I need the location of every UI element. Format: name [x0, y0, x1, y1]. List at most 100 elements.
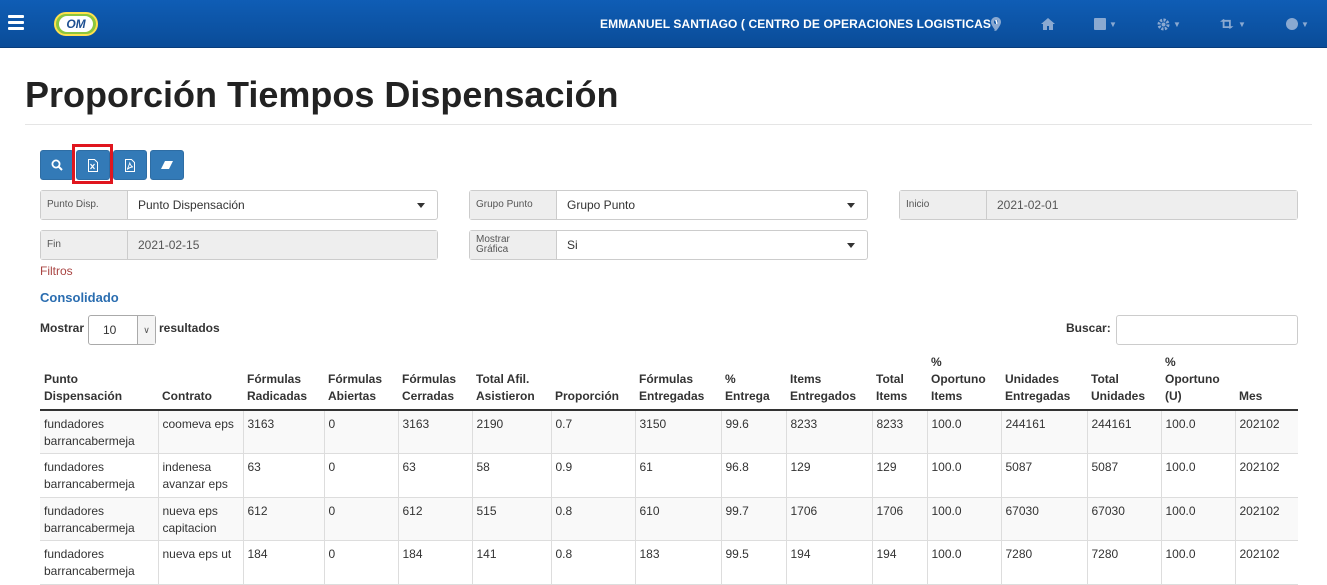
cell-text: 202102: [1239, 417, 1280, 431]
user-label[interactable]: EMMANUEL SANTIAGO ( CENTRO DE OPERACIONE…: [600, 17, 999, 31]
cell-text: 0.8: [555, 547, 573, 561]
cell-text: 184: [247, 547, 268, 561]
cell-text: barrancabermeja: [44, 564, 135, 578]
cell-text: 194: [790, 547, 811, 561]
table-cell: 3163: [243, 410, 325, 454]
column-header-text: %: [931, 355, 942, 369]
table-cell: 202102: [1235, 410, 1298, 454]
filtros-link[interactable]: Filtros: [40, 264, 73, 278]
cell-text: 202102: [1239, 460, 1280, 474]
table-cell: 202102: [1235, 497, 1298, 541]
fin-date-field[interactable]: 2021-02-15: [128, 231, 437, 259]
home-icon[interactable]: [1041, 14, 1055, 34]
table-cell: fundadores barrancabermeja: [40, 453, 159, 498]
table-cell: 141: [472, 540, 552, 585]
page-length-select[interactable]: 10 ∨: [88, 315, 156, 345]
table-row[interactable]: fundadores barrancabermeja nueva eps capita…: [40, 497, 1298, 541]
column-header-text: Proporción: [555, 389, 620, 403]
column-header[interactable]: Fórmulas Abiertas: [324, 354, 398, 411]
cell-text: 0.7: [555, 417, 573, 431]
map-marker-icon[interactable]: [991, 14, 1001, 34]
table-search-input[interactable]: [1116, 315, 1298, 345]
table-cell: 100.0: [1161, 453, 1236, 498]
table-cell: 61: [635, 453, 722, 498]
mostrar-grafica-value: Si: [567, 238, 578, 252]
export-pdf-button[interactable]: [113, 150, 147, 180]
column-header[interactable]: Items Entregados: [786, 354, 872, 411]
cell-text: 7280: [1005, 547, 1033, 561]
cell-text: 610: [639, 503, 660, 518]
table-cell: 99.6: [721, 410, 787, 454]
table-cell: 63: [398, 453, 473, 498]
table-cell: 8233: [786, 410, 873, 454]
table-row[interactable]: fundadores barrancabermeja nueva eps ut 184…: [40, 540, 1298, 585]
cell-text: 2190: [476, 417, 504, 431]
table-cell: 99.5: [721, 540, 787, 585]
cell-text: 612: [247, 503, 268, 518]
mostrar-grafica-select[interactable]: Si: [557, 231, 867, 259]
column-header[interactable]: Total Afil. Asistieron: [472, 354, 551, 411]
search-button[interactable]: [40, 150, 74, 180]
cell-text: coomeva eps: [162, 417, 234, 431]
table-cell: 0: [324, 410, 399, 454]
column-header[interactable]: Punto Dispensación: [40, 354, 158, 411]
square-icon[interactable]: ▼: [1094, 14, 1117, 34]
grupo-punto-group: Grupo Punto Grupo Punto: [469, 190, 868, 220]
cell-text: capitacion: [162, 520, 217, 535]
column-header[interactable]: Fórmulas Cerradas: [398, 354, 472, 411]
column-header-text: Entregadas: [1005, 389, 1071, 403]
retweet-icon[interactable]: ▼: [1220, 14, 1246, 34]
clear-button[interactable]: [150, 150, 184, 180]
column-header[interactable]: % Oportuno Items: [927, 354, 1001, 411]
cell-text: indenesa: [162, 460, 212, 474]
table-cell: 184: [398, 540, 473, 585]
table-cell: 129: [786, 453, 873, 498]
fin-group: Fin 2021-02-15: [40, 230, 438, 260]
table-cell: 244161: [1087, 410, 1162, 454]
column-header[interactable]: Fórmulas Entregadas: [635, 354, 721, 411]
table-cell: 610: [635, 497, 722, 541]
grupo-select[interactable]: Grupo Punto: [557, 191, 867, 219]
column-header-text: Cerradas: [402, 389, 455, 403]
cell-text: 184: [402, 547, 423, 561]
punto-select[interactable]: Punto Dispensación: [128, 191, 437, 219]
inicio-date-field[interactable]: 2021-02-01: [987, 191, 1297, 219]
menu-icon[interactable]: [8, 15, 24, 31]
column-header-text: Total: [876, 372, 904, 386]
cell-text: 96.8: [725, 460, 749, 474]
table-cell: 0.9: [551, 453, 636, 498]
page-length-value: 10: [103, 323, 117, 337]
table-cell: 100.0: [1161, 410, 1236, 454]
export-excel-button[interactable]: [76, 150, 110, 180]
table-cell: 100.0: [927, 540, 1002, 585]
user-circle-icon[interactable]: ▼: [1286, 14, 1309, 34]
column-header[interactable]: Contrato: [158, 354, 243, 411]
cell-text: 515: [476, 503, 497, 518]
chevron-down-icon: ∨: [137, 316, 155, 344]
column-header-text: Fórmulas: [328, 372, 383, 386]
column-header-text: Entregados: [790, 389, 857, 403]
table-cell: 1706: [872, 497, 928, 541]
cell-text: 3163: [247, 417, 275, 431]
column-header-text: Items: [876, 389, 908, 403]
column-header-text: Dispensación: [44, 389, 123, 403]
column-header[interactable]: Total Unidades: [1087, 354, 1161, 411]
column-header-text: Items: [931, 389, 963, 403]
column-header[interactable]: % Oportuno (U): [1161, 354, 1235, 411]
column-header[interactable]: Total Items: [872, 354, 927, 411]
table-row[interactable]: fundadores barrancabermeja indenesa avanzar…: [40, 453, 1298, 498]
column-header[interactable]: % Entrega: [721, 354, 786, 411]
cell-text: 129: [790, 460, 811, 474]
cell-text: 100.0: [931, 547, 962, 561]
table-row[interactable]: fundadores barrancabermeja coomeva eps 3163…: [40, 410, 1298, 454]
gear-icon[interactable]: ▼: [1157, 14, 1181, 34]
column-header-text: Unidades: [1005, 372, 1060, 386]
table-cell: 3150: [635, 410, 722, 454]
column-header[interactable]: Unidades Entregadas: [1001, 354, 1087, 411]
column-header-text: Total: [1091, 372, 1119, 386]
column-header[interactable]: Proporción: [551, 354, 635, 411]
mostrar-grafica-label-line2: Gráfica: [476, 244, 509, 255]
column-header[interactable]: Fórmulas Radicadas: [243, 354, 324, 411]
column-header[interactable]: Mes: [1235, 354, 1298, 411]
company-logo[interactable]: OM: [54, 12, 98, 36]
